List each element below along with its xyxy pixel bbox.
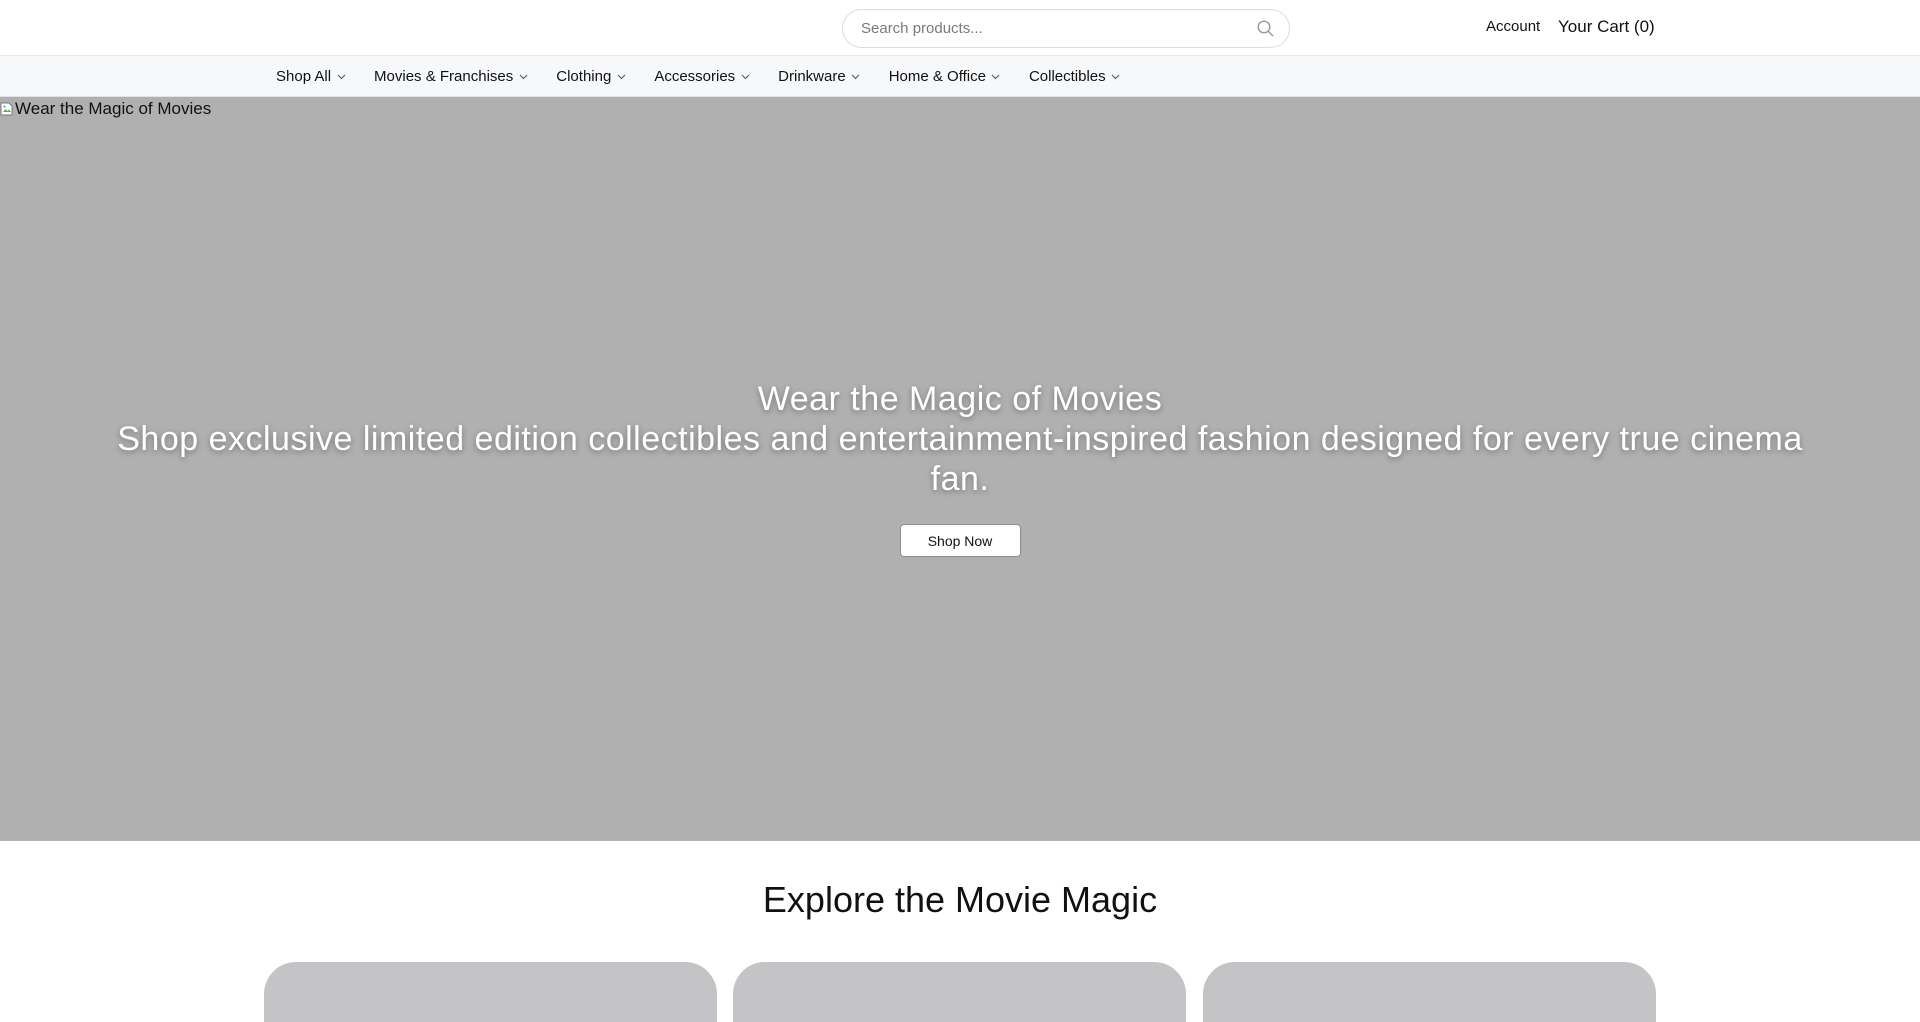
chevron-down-icon [991,72,1001,82]
hero-banner: Wear the Magic of Movies Wear the Magic … [0,97,1920,841]
chevron-down-icon [518,72,528,82]
nav-item-label: Movies & Franchises [374,68,514,85]
category-card[interactable] [733,962,1186,1022]
top-header: Account Your Cart (0) [0,0,1920,56]
nav-item-collectibles[interactable]: Collectibles [1029,68,1121,85]
chevron-down-icon [336,72,346,82]
search-box[interactable] [842,9,1290,48]
nav-item-label: Accessories [654,68,736,85]
nav-item-label: Collectibles [1028,68,1106,85]
chevron-down-icon [616,72,626,82]
hero-content: Wear the Magic of Movies Shop exclusive … [0,379,1920,557]
hero-subtitle: Shop exclusive limited edition collectib… [117,420,1803,498]
nav-item-label: Shop All [276,68,332,85]
chevron-down-icon [740,72,750,82]
nav-item-label: Home & Office [888,68,986,85]
nav-list: Shop All Movies & Franchises Clothing Ac… [276,56,1149,97]
nav-item-home-office[interactable]: Home & Office [889,68,1001,85]
account-link[interactable]: Account [1486,18,1540,35]
chevron-down-icon [851,72,861,82]
hero-image: Wear the Magic of Movies [0,99,211,119]
cart-link[interactable]: Your Cart (0) [1558,17,1655,37]
main-nav: Shop All Movies & Franchises Clothing Ac… [0,56,1920,97]
shop-now-button[interactable]: Shop Now [899,524,1021,557]
category-card[interactable] [264,962,717,1022]
explore-section-title: Explore the Movie Magic [762,879,1158,920]
search-input[interactable] [859,19,1255,38]
nav-item-movies-franchises[interactable]: Movies & Franchises [374,68,528,85]
search-icon[interactable] [1255,19,1275,39]
hero-image-alt-text: Wear the Magic of Movies [15,99,212,118]
nav-item-accessories[interactable]: Accessories [654,68,750,85]
nav-item-label: Drinkware [778,68,846,85]
category-card[interactable] [1203,962,1656,1022]
hero-title: Wear the Magic of Movies [757,380,1163,418]
nav-item-shop-all[interactable]: Shop All [276,68,346,85]
broken-image-icon [0,101,14,117]
nav-item-clothing[interactable]: Clothing [556,68,626,85]
nav-item-drinkware[interactable]: Drinkware [778,68,861,85]
chevron-down-icon [1111,72,1121,82]
nav-item-label: Clothing [556,68,612,85]
